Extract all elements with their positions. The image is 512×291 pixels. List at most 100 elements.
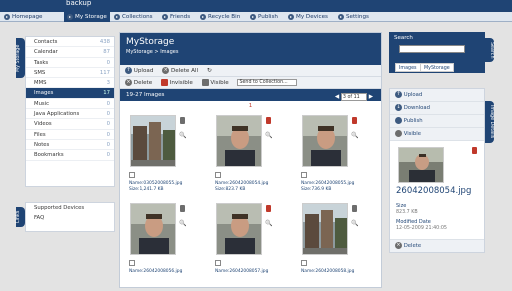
invisible-icon[interactable]	[472, 147, 477, 154]
image-thumbnail[interactable]	[130, 115, 176, 167]
phone-icon	[395, 130, 402, 137]
nav-item-publish[interactable]: ▸ Publish	[250, 12, 278, 22]
publish-icon: ▸	[250, 13, 256, 20]
nav-item-friends[interactable]: ▸ Friends	[162, 12, 190, 22]
nav-item-collections[interactable]: ▸ Collections	[114, 12, 153, 22]
image-thumbnail[interactable]	[216, 203, 262, 255]
tab-links[interactable]: Links	[16, 207, 25, 227]
image-card[interactable]: 🔍 Name:26042008055.jpg Size:736.9 KB	[294, 115, 360, 203]
image-thumbnail[interactable]	[302, 203, 348, 255]
delete-button[interactable]: × Delete	[125, 79, 152, 86]
sidebar-item-images[interactable]: Images 17	[26, 88, 114, 99]
sidebar-item-label: SMS	[34, 69, 46, 76]
image-checkbox[interactable]	[215, 172, 221, 178]
delete-all-button[interactable]: × Delete All	[162, 67, 198, 74]
nav-item-recycle-bin[interactable]: ▸ Recycle Bin	[200, 12, 240, 22]
sidebar-item-music[interactable]: Music 0	[26, 99, 114, 110]
invisible-icon[interactable]	[266, 205, 271, 212]
refresh-icon[interactable]: ↻	[207, 67, 212, 74]
image-checkbox[interactable]	[301, 260, 307, 266]
image-checkbox[interactable]	[301, 172, 307, 178]
next-page-icon[interactable]: ▶	[369, 94, 373, 100]
image-thumbnail[interactable]	[216, 115, 262, 167]
zoom-icon[interactable]: 🔍	[351, 220, 358, 227]
search-input[interactable]	[399, 45, 465, 53]
prev-page-icon[interactable]: ◀	[335, 94, 339, 100]
nav-label: Recycle Bin	[208, 14, 241, 20]
image-card[interactable]: 🔍 Name:03052008055.jpg Size:1,241.7 KB	[122, 115, 188, 203]
zoom-icon[interactable]: 🔍	[179, 220, 186, 227]
nav-label: Homepage	[12, 14, 43, 20]
invisible-button[interactable]: Invisible	[160, 79, 193, 86]
detail-action-upload[interactable]: ↑ Upload	[390, 89, 484, 102]
sidebar-item-notes[interactable]: Notes 0	[26, 140, 114, 151]
detail-delete-button[interactable]: × Delete	[390, 239, 484, 252]
sidebar-item-bookmarks[interactable]: Bookmarks 0	[26, 150, 114, 161]
search-mystorage-button[interactable]: MyStorage	[420, 63, 454, 72]
nav-item-settings[interactable]: ▸ Settings	[338, 12, 369, 22]
sidebar-item-count: 117	[99, 69, 110, 76]
link-item[interactable]: Supported Devices	[26, 203, 114, 213]
breadcrumb[interactable]: MyStorage > Images	[126, 49, 375, 55]
sidebar-item-sms[interactable]: SMS 117	[26, 68, 114, 79]
send-to-collection-value: Send to Collection...	[239, 80, 288, 85]
zoom-icon[interactable]: 🔍	[179, 132, 186, 139]
zoom-icon[interactable]: 🔍	[351, 132, 358, 139]
phone-icon[interactable]	[352, 205, 357, 212]
upload-button[interactable]: ↑ Upload	[125, 67, 153, 74]
image-range: 19-27 Images	[126, 92, 165, 98]
detail-action-visible[interactable]: Visible	[390, 128, 484, 141]
detail-action-download[interactable]: ↓ Download	[390, 102, 484, 115]
zoom-icon[interactable]: 🔍	[265, 220, 272, 227]
sidebar-item-calendar[interactable]: Calendar 87	[26, 47, 114, 58]
detail-filename: 26042008054.jpg	[396, 186, 472, 196]
nav-item-my-devices[interactable]: ▸ My Devices	[288, 12, 328, 22]
tab-image-details[interactable]: Image Details	[485, 101, 494, 143]
zoom-icon[interactable]: 🔍	[265, 132, 272, 139]
detail-action-publish[interactable]: Publish	[390, 115, 484, 128]
image-name: Name:26042008054.jpg	[215, 181, 269, 186]
nav-label: My Storage	[75, 14, 107, 20]
sidebar-item-label: Calendar	[34, 49, 58, 56]
search-title: Search	[394, 35, 413, 41]
image-card[interactable]: 🔍 Name:26042008054.jpg Size:823.7 KB	[208, 115, 274, 203]
sidebar-item-count: 0	[106, 111, 110, 118]
phone-icon[interactable]	[180, 205, 185, 212]
image-checkbox[interactable]	[129, 172, 135, 178]
page-select[interactable]: 3 of 11	[340, 93, 367, 101]
invisible-icon[interactable]	[266, 117, 271, 124]
sidebar-item-tasks[interactable]: Tasks 0	[26, 58, 114, 68]
image-card[interactable]: 🔍 Name:26042008057.jpg	[208, 203, 274, 291]
storage-icon: ▸	[67, 13, 73, 20]
sidebar-item-videos[interactable]: Videos 0	[26, 119, 114, 130]
image-checkbox[interactable]	[129, 260, 135, 266]
image-thumbnail[interactable]	[302, 115, 348, 167]
links-panel: Supported Devices FAQ	[25, 202, 115, 232]
sidebar-item-java-applications[interactable]: Java Applications 0	[26, 109, 114, 120]
image-thumbnail[interactable]	[130, 203, 176, 255]
nav-item-my-storage[interactable]: ▸ My Storage	[64, 12, 110, 22]
devices-icon: ▸	[288, 13, 294, 20]
detail-action-label: Download	[403, 105, 431, 111]
settings-icon: ▸	[338, 13, 344, 20]
nav-item-homepage[interactable]: ▸ Homepage	[4, 12, 43, 22]
sidebar-item-label: Music	[34, 100, 50, 107]
main-nav: ▸ Homepage ▸ My Storage ▸ Collections ▸ Friends…	[0, 12, 512, 22]
search-images-button[interactable]: Images	[395, 63, 421, 72]
link-item[interactable]: FAQ	[26, 213, 114, 223]
visible-button[interactable]: Visible	[201, 79, 229, 86]
link-label: FAQ	[34, 215, 45, 222]
sidebar-item-files[interactable]: Files 0	[26, 130, 114, 140]
image-card[interactable]: 🔍 Name:26042008056.jpg	[122, 203, 188, 291]
image-checkbox[interactable]	[215, 260, 221, 266]
sidebar-item-mms[interactable]: MMS 3	[26, 78, 114, 89]
send-to-collection-select[interactable]: Send to Collection...	[237, 79, 298, 86]
image-name: Name:03052008055.jpg	[129, 181, 183, 186]
tab-search[interactable]: Search	[485, 38, 494, 62]
invisible-icon[interactable]	[352, 117, 357, 124]
sidebar-item-contacts[interactable]: Contacts 438	[26, 37, 114, 48]
detail-thumbnail	[398, 147, 444, 183]
phone-icon[interactable]	[180, 117, 185, 124]
image-card[interactable]: 🔍 Name:26042008058.jpg	[294, 203, 360, 291]
tab-my-storage[interactable]: My Storage	[16, 38, 25, 78]
